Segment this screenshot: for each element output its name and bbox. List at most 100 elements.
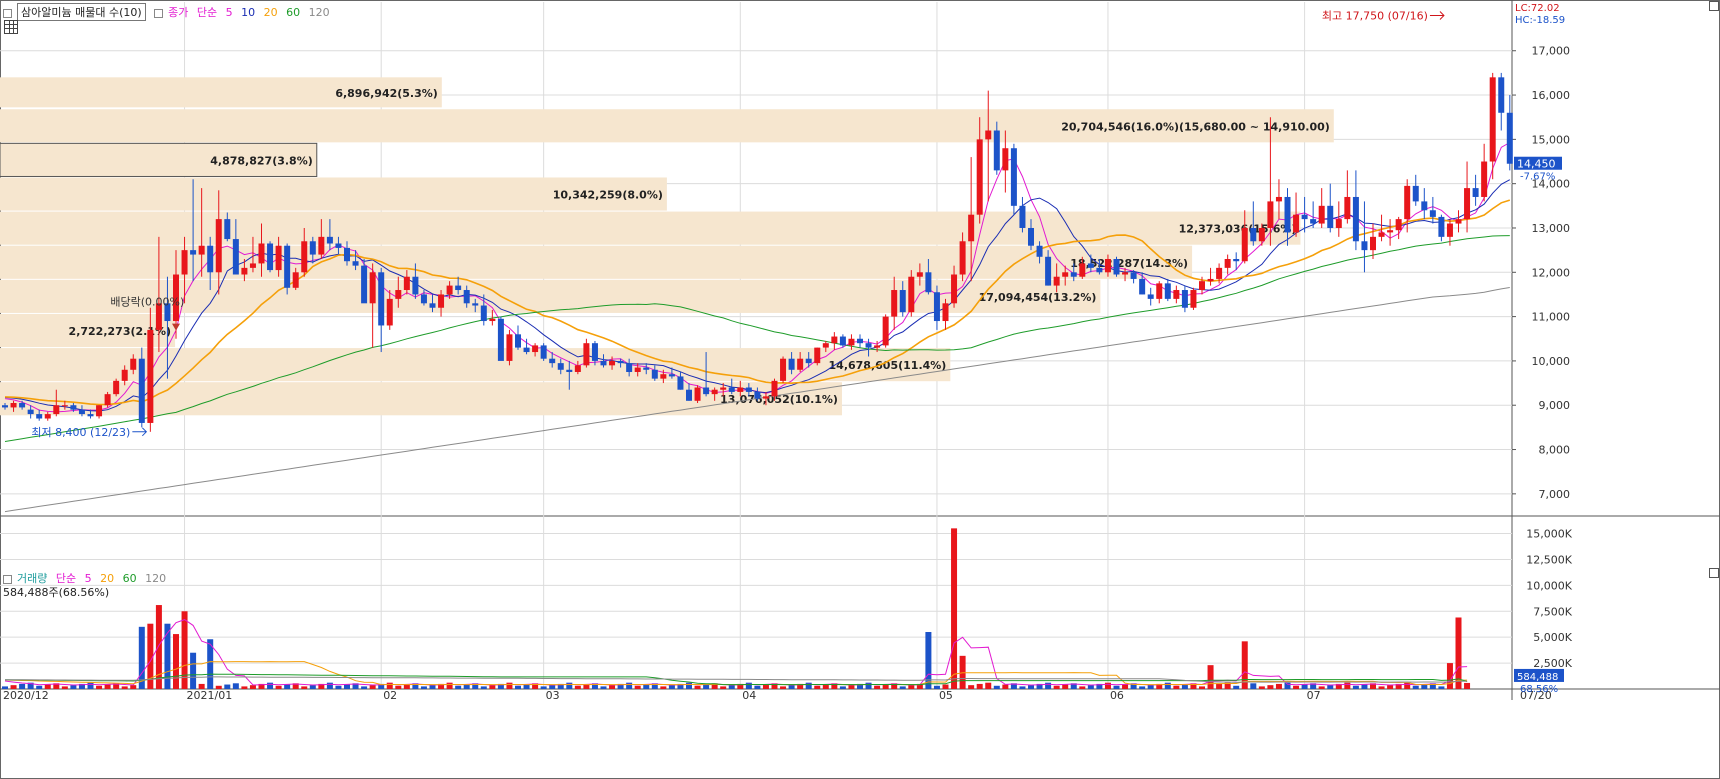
volume-bar[interactable] <box>284 684 291 689</box>
candle-body[interactable] <box>1028 227 1034 246</box>
volume-bar[interactable] <box>224 684 231 689</box>
candle-body[interactable] <box>395 290 402 299</box>
volume-bar[interactable] <box>1028 685 1034 689</box>
candle-body[interactable] <box>1352 196 1359 242</box>
volume-bar[interactable] <box>1464 682 1471 689</box>
volume-bar[interactable] <box>1045 682 1052 689</box>
volume-bar[interactable] <box>1438 686 1445 689</box>
candle-body[interactable] <box>455 285 462 291</box>
candle-body[interactable] <box>1506 112 1513 164</box>
candle-body[interactable] <box>1301 214 1308 220</box>
volume-bar[interactable] <box>549 685 556 689</box>
volume-bar[interactable] <box>104 684 111 689</box>
candle-body[interactable] <box>1104 259 1111 273</box>
candle-body[interactable] <box>1275 196 1282 202</box>
volume-bar[interactable] <box>1181 684 1188 689</box>
candle-body[interactable] <box>874 345 881 348</box>
candle-body[interactable] <box>1498 77 1505 113</box>
candle-body[interactable] <box>19 403 26 408</box>
candle-body[interactable] <box>600 360 607 366</box>
candle-body[interactable] <box>232 239 239 275</box>
candle-body[interactable] <box>1335 219 1342 228</box>
volume-bar[interactable] <box>1087 685 1094 689</box>
candle-body[interactable] <box>1079 263 1086 277</box>
volume-bar[interactable] <box>335 685 342 689</box>
candle-body[interactable] <box>438 294 445 308</box>
volume-bar[interactable] <box>344 684 350 689</box>
candle-body[interactable] <box>720 387 727 390</box>
candle-body[interactable] <box>1310 219 1317 224</box>
volume-bar[interactable] <box>489 685 496 689</box>
candle-body[interactable] <box>1164 283 1171 299</box>
candle-body[interactable] <box>1318 205 1325 224</box>
volume-bar[interactable] <box>1352 685 1359 689</box>
volume-bar[interactable] <box>130 685 137 689</box>
volume-bar[interactable] <box>395 685 402 689</box>
candle-body[interactable] <box>660 374 667 379</box>
candle-body[interactable] <box>1404 185 1411 220</box>
volume-bar[interactable] <box>968 685 975 689</box>
candle-body[interactable] <box>121 369 128 381</box>
volume-bar[interactable] <box>1019 686 1026 689</box>
candle-body[interactable] <box>1181 290 1188 308</box>
candle-body[interactable] <box>549 358 556 364</box>
candle-body[interactable] <box>61 405 68 407</box>
candle-body[interactable] <box>1241 227 1248 262</box>
volume-bar[interactable] <box>745 682 752 689</box>
candle-body[interactable] <box>1344 196 1351 220</box>
volume-bar[interactable] <box>1455 617 1462 689</box>
volume-bar[interactable] <box>805 682 812 689</box>
volume-bar[interactable] <box>908 685 915 689</box>
candle-body[interactable] <box>591 343 598 361</box>
volume-bar[interactable] <box>44 684 51 689</box>
candle-body[interactable] <box>737 387 744 392</box>
volume-bar[interactable] <box>976 683 983 689</box>
volume-bar[interactable] <box>215 685 222 689</box>
candle-body[interactable] <box>215 219 222 273</box>
candle-body[interactable] <box>446 285 453 295</box>
candle-body[interactable] <box>1284 196 1291 233</box>
volume-bar[interactable] <box>1404 682 1411 689</box>
volume-bar[interactable] <box>583 684 590 689</box>
candle-body[interactable] <box>574 365 581 372</box>
volume-bar[interactable] <box>241 686 248 689</box>
candle-body[interactable] <box>147 329 154 423</box>
volume-bar[interactable] <box>788 685 795 689</box>
volume-bar[interactable] <box>36 685 43 689</box>
candle-body[interactable] <box>241 267 248 275</box>
candle-body[interactable] <box>933 292 940 322</box>
candle-body[interactable] <box>703 387 710 395</box>
candle-body[interactable] <box>326 236 333 244</box>
candle-body[interactable] <box>87 414 94 417</box>
candle-body[interactable] <box>1062 272 1069 277</box>
volume-bar[interactable] <box>61 686 68 689</box>
candle-body[interactable] <box>891 290 898 317</box>
candle-body[interactable] <box>780 358 787 381</box>
volume-bar[interactable] <box>1173 685 1180 689</box>
volume-bar[interactable] <box>694 685 701 689</box>
candle-body[interactable] <box>344 247 350 262</box>
volume-bar[interactable] <box>720 686 727 689</box>
candle-body[interactable] <box>318 236 325 255</box>
candle-body[interactable] <box>284 245 291 288</box>
volume-bar[interactable] <box>660 686 667 689</box>
candle-body[interactable] <box>249 263 256 268</box>
candle-body[interactable] <box>429 303 436 308</box>
candle-body[interactable] <box>463 290 470 304</box>
volume-bar[interactable] <box>420 686 427 689</box>
volume-bar[interactable] <box>173 634 179 689</box>
volume-bar[interactable] <box>232 683 239 689</box>
volume-bar[interactable] <box>1267 685 1274 689</box>
candle-body[interactable] <box>1481 161 1488 197</box>
candle-body[interactable] <box>711 389 718 395</box>
candle-body[interactable] <box>198 245 205 255</box>
volume-bar[interactable] <box>814 685 821 689</box>
candle-body[interactable] <box>805 358 812 364</box>
candle-body[interactable] <box>1190 290 1197 308</box>
volume-bar[interactable] <box>429 685 436 689</box>
candle-body[interactable] <box>1045 256 1052 286</box>
volume-bar[interactable] <box>1412 685 1419 689</box>
legend-square-icon[interactable] <box>3 574 12 584</box>
candle-body[interactable] <box>497 318 504 361</box>
candle-body[interactable] <box>130 358 137 370</box>
